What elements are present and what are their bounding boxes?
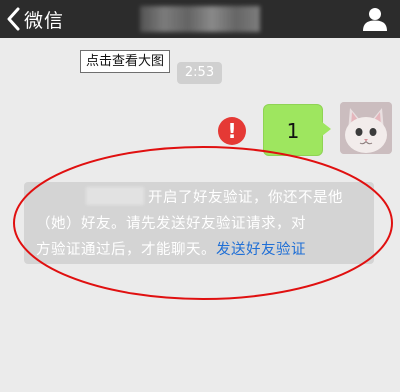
- notice-text-line-3-body: 方验证通过后，才能聊天。: [36, 242, 216, 258]
- view-image-tooltip: 点击查看大图: [80, 50, 171, 73]
- cat-avatar-image: [340, 102, 392, 154]
- bubble-tail: [322, 122, 331, 136]
- avatar[interactable]: [340, 102, 392, 154]
- chat-screen: 微信 点击查看大图 2:53 ! 1 开启了好友验证，你还不是他 （她）好友。请…: [0, 0, 400, 392]
- chevron-left-icon: [7, 7, 20, 31]
- notice-text-line-1: 开启了好友验证，你还不是他: [148, 190, 343, 206]
- contact-name-blurred: [86, 187, 144, 205]
- message-timestamp: 2:53: [177, 62, 222, 84]
- top-navigation-bar: 微信: [0, 0, 400, 38]
- back-button[interactable]: 微信: [6, 4, 64, 34]
- system-notice: 开启了好友验证，你还不是他 （她）好友。请先发送好友验证请求，对 方验证通过后，…: [24, 182, 374, 264]
- notice-text-line-3: 方验证通过后，才能聊天。发送好友验证: [36, 238, 306, 259]
- send-failed-icon[interactable]: !: [218, 117, 246, 145]
- person-icon: [363, 8, 387, 31]
- contact-name-title: [140, 6, 260, 32]
- send-friend-request-link[interactable]: 发送好友验证: [216, 242, 306, 258]
- back-button-label: 微信: [24, 9, 65, 32]
- profile-button[interactable]: [362, 6, 388, 32]
- notice-text-line-2: （她）好友。请先发送好友验证请求，对: [36, 216, 306, 232]
- outgoing-message-bubble[interactable]: 1: [263, 104, 323, 156]
